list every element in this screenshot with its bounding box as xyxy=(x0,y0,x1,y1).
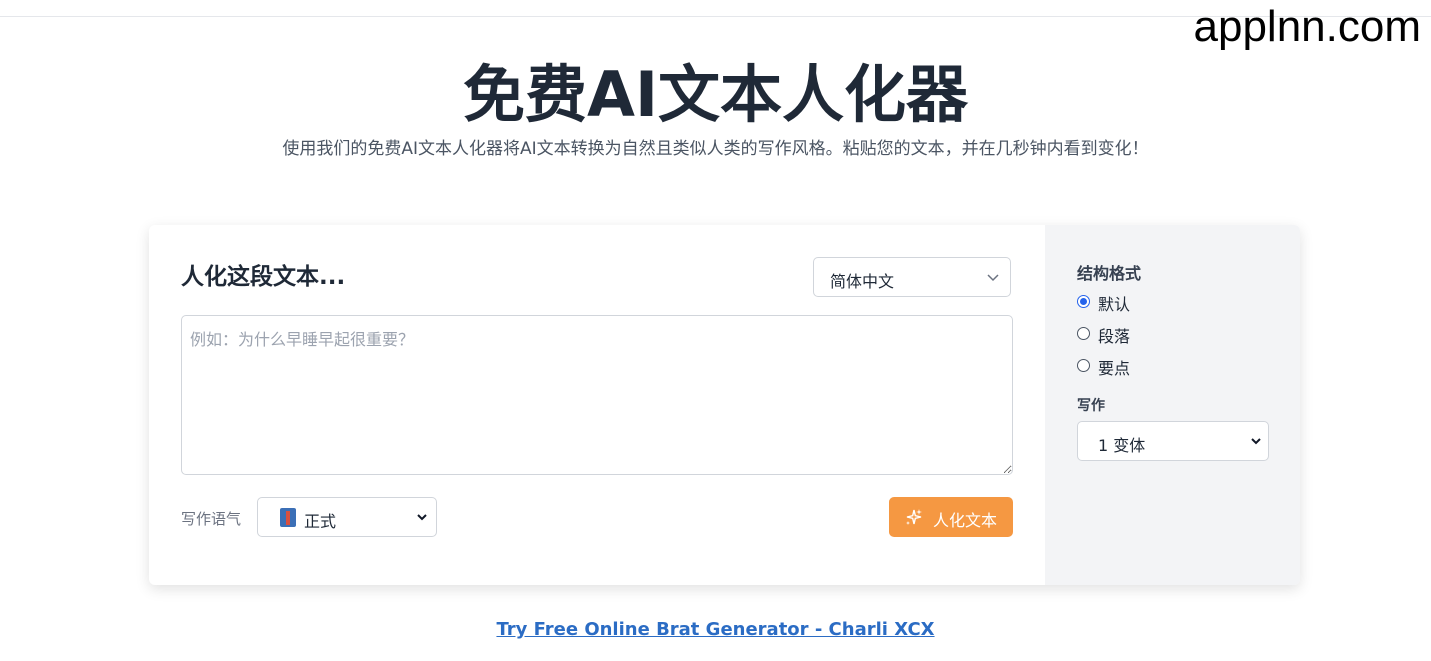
chevron-down-icon xyxy=(1251,438,1261,445)
chevron-down-icon xyxy=(987,274,999,282)
variants-select[interactable]: 1 变体 xyxy=(1077,421,1269,461)
tone-label: 写作语气 xyxy=(181,510,242,528)
chevron-down-icon xyxy=(417,514,427,521)
radio-button[interactable] xyxy=(1077,327,1090,340)
editor-panel: 人化这段文本... 简体中文 写作语气 正式 人化文本 xyxy=(149,225,1045,585)
sparkles-icon xyxy=(906,509,922,525)
tone-select-value: 正式 xyxy=(304,512,337,531)
language-select[interactable]: 简体中文 xyxy=(813,257,1011,297)
page-title: 免费AI文本人化器 xyxy=(462,58,969,131)
radio-button[interactable] xyxy=(1077,359,1090,372)
footer: Try Free Online Brat Generator - Charli … xyxy=(0,619,1431,640)
language-select-value: 简体中文 xyxy=(830,272,895,291)
options-panel: 结构格式 默认 段落 要点 写作 1 变体 xyxy=(1045,225,1300,585)
radio-button[interactable] xyxy=(1077,295,1090,308)
format-option-label: 默认 xyxy=(1098,295,1131,314)
writing-label: 写作 xyxy=(1077,398,1105,414)
necktie-emoji-icon xyxy=(280,508,296,527)
page-subtitle: 使用我们的免费AI文本人化器将AI文本转换为自然且类似人类的写作风格。粘贴您的文… xyxy=(282,139,1149,159)
brat-generator-link[interactable]: Try Free Online Brat Generator - Charli … xyxy=(496,619,934,640)
format-heading: 结构格式 xyxy=(1077,264,1142,283)
text-input[interactable] xyxy=(181,315,1013,475)
format-option-label: 段落 xyxy=(1098,327,1131,346)
variants-select-value: 1 变体 xyxy=(1098,436,1146,455)
humanizer-card: 人化这段文本... 简体中文 写作语气 正式 人化文本 结构格式 xyxy=(149,225,1300,585)
format-option-label: 要点 xyxy=(1098,359,1131,378)
humanize-button[interactable]: 人化文本 xyxy=(889,497,1013,537)
tone-select[interactable]: 正式 xyxy=(257,497,437,537)
humanize-button-label: 人化文本 xyxy=(933,513,998,530)
editor-heading: 人化这段文本... xyxy=(181,264,346,290)
